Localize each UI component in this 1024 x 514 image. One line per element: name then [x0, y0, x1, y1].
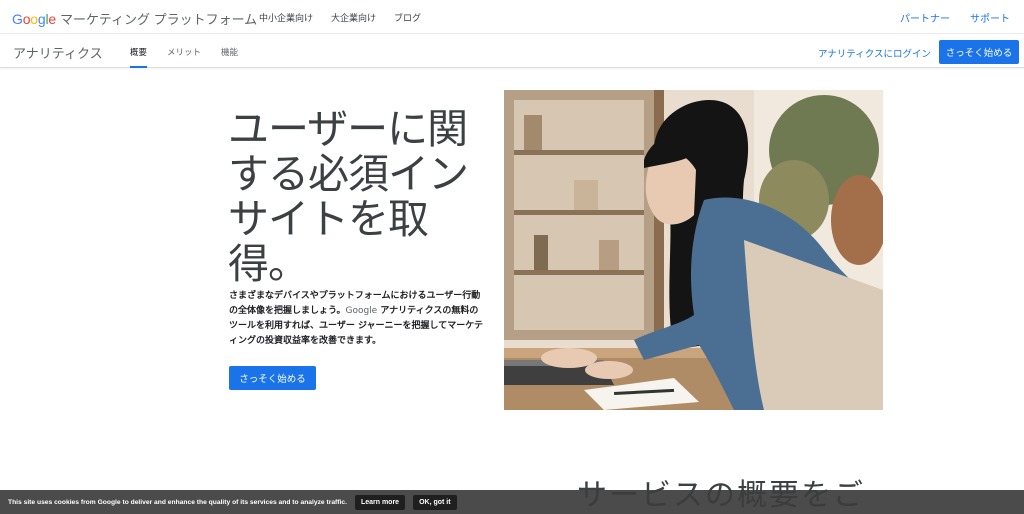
- hero-photo-woman-laptop: [504, 90, 883, 410]
- brand-logo[interactable]: Google マーケティング プラットフォーム: [12, 9, 257, 28]
- product-tabs: 概要 メリット 機能: [130, 46, 238, 68]
- tab-features[interactable]: 機能: [221, 46, 238, 68]
- product-title[interactable]: アナリティクス: [13, 43, 103, 62]
- nav-link-small-business[interactable]: 中小企業向け: [259, 11, 313, 24]
- tab-benefits[interactable]: メリット: [167, 46, 201, 68]
- start-button-hero[interactable]: さっそく始める: [229, 366, 316, 390]
- product-navigation-bar: アナリティクス 概要 メリット 機能 アナリティクスにログイン: [0, 34, 1024, 68]
- partners-link[interactable]: パートナー: [900, 10, 950, 25]
- google-logo: Google: [12, 10, 56, 27]
- top-right-links: パートナー サポート: [900, 10, 1010, 25]
- top-nav: 中小企業向け 大企業向け ブログ: [259, 11, 421, 24]
- analytics-login-link[interactable]: アナリティクスにログイン: [818, 46, 931, 60]
- tab-overview[interactable]: 概要: [130, 46, 148, 68]
- nav-link-blog[interactable]: ブログ: [394, 11, 421, 24]
- cookie-ok-button[interactable]: OK, got it: [413, 494, 457, 510]
- nav-link-enterprise[interactable]: 大企業向け: [331, 11, 376, 24]
- hero-photo-illustration: [504, 90, 883, 410]
- support-link[interactable]: サポート: [970, 10, 1010, 25]
- start-button-header[interactable]: さっそく始める: [939, 40, 1019, 64]
- hero-description-google: Google: [345, 306, 378, 316]
- hero-description: さまざまなデバイスやプラットフォームにおけるユーザー行動の全体像を把握しましょう…: [229, 289, 485, 349]
- brand-product-name: マーケティング プラットフォーム: [60, 12, 258, 27]
- top-navigation-bar: Google マーケティング プラットフォーム 中小企業向け 大企業向け ブログ…: [0, 0, 1024, 34]
- hero-headline: ユーザーに関する必須インサイトを取得。: [228, 105, 469, 288]
- cookie-banner: This site uses cookies from Google to de…: [0, 490, 1024, 514]
- cookie-message: This site uses cookies from Google to de…: [8, 498, 347, 506]
- cookie-learn-more-button[interactable]: Learn more: [354, 494, 406, 510]
